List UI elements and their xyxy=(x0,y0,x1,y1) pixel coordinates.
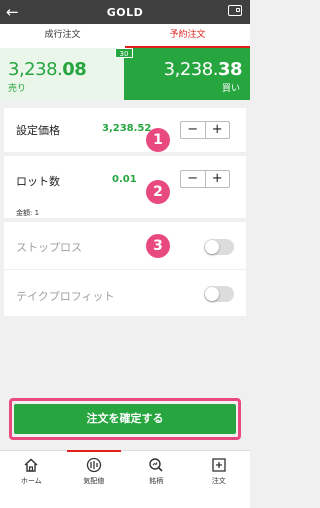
sell-price: 3,238.08 xyxy=(8,59,87,80)
price-stepper: − + xyxy=(180,121,230,139)
symbol-search-icon xyxy=(149,458,163,472)
step-marker-2: 2 xyxy=(146,180,170,204)
sell-label: 売り xyxy=(8,84,27,94)
nav-order[interactable]: 注文 xyxy=(188,451,251,508)
stop-loss-toggle[interactable] xyxy=(204,239,234,255)
spread-badge: 30 xyxy=(115,48,133,58)
home-icon xyxy=(24,458,38,472)
nav-home-label: ホーム xyxy=(20,477,42,485)
sell-quote-button[interactable]: 3,238.08 売り xyxy=(0,48,124,100)
step-marker-3: 3 xyxy=(146,234,170,258)
back-arrow-icon[interactable]: ← xyxy=(6,2,19,22)
quotes-chart-icon xyxy=(86,457,101,473)
nav-home[interactable]: ホーム xyxy=(0,451,63,508)
divider xyxy=(4,269,246,270)
nav-symbols-label: 銘柄 xyxy=(149,477,164,485)
buy-label: 買い xyxy=(221,84,240,94)
nav-symbols[interactable]: 銘柄 xyxy=(125,451,188,508)
exit-settings: ストップロス テイクプロフィット xyxy=(4,222,246,316)
confirm-order-button[interactable]: 注文を確定する xyxy=(14,404,236,434)
lot-plus-button[interactable]: + xyxy=(206,171,230,187)
lot-value[interactable]: 0.01 xyxy=(112,174,137,185)
price-setting-row: 設定価格 3,238.52 − + xyxy=(4,108,246,152)
tab-limit-order[interactable]: 予約注文 xyxy=(125,24,250,48)
take-profit-label: テイクプロフィット xyxy=(16,290,115,303)
app-header: ← GOLD xyxy=(0,0,250,24)
order-icon xyxy=(212,458,226,472)
price-label: 設定価格 xyxy=(16,124,60,137)
lot-stepper: − + xyxy=(180,170,230,188)
step-marker-1: 1 xyxy=(146,128,170,152)
buy-price: 3,238.38 xyxy=(163,59,243,80)
stop-loss-label: ストップロス xyxy=(16,241,82,254)
confirm-highlight: 注文を確定する xyxy=(9,398,241,440)
price-plus-button[interactable]: + xyxy=(206,122,230,138)
order-type-tabs: 成行注文 予約注文 xyxy=(0,24,250,48)
price-value[interactable]: 3,238.52 xyxy=(102,123,151,134)
lot-setting-row: ロット数 0.01 − + 金額: 1 xyxy=(4,156,246,218)
nav-order-label: 注文 xyxy=(211,477,226,485)
take-profit-toggle[interactable] xyxy=(204,286,234,302)
lot-label: ロット数 xyxy=(16,175,60,188)
tab-market-order[interactable]: 成行注文 xyxy=(0,24,125,48)
nav-quotes[interactable]: 気配値 xyxy=(63,450,126,508)
page-title: GOLD xyxy=(106,5,144,19)
buy-quote-button[interactable]: 3,238.38 買い xyxy=(124,48,250,100)
lot-minus-button[interactable]: − xyxy=(181,171,206,187)
wallet-icon[interactable] xyxy=(228,5,242,16)
price-minus-button[interactable]: − xyxy=(181,122,206,138)
bottom-nav: ホーム 気配値 銘柄 注文 xyxy=(0,450,250,508)
amount-text: 金額: 1 xyxy=(16,209,40,217)
nav-quotes-label: 気配値 xyxy=(83,477,105,485)
